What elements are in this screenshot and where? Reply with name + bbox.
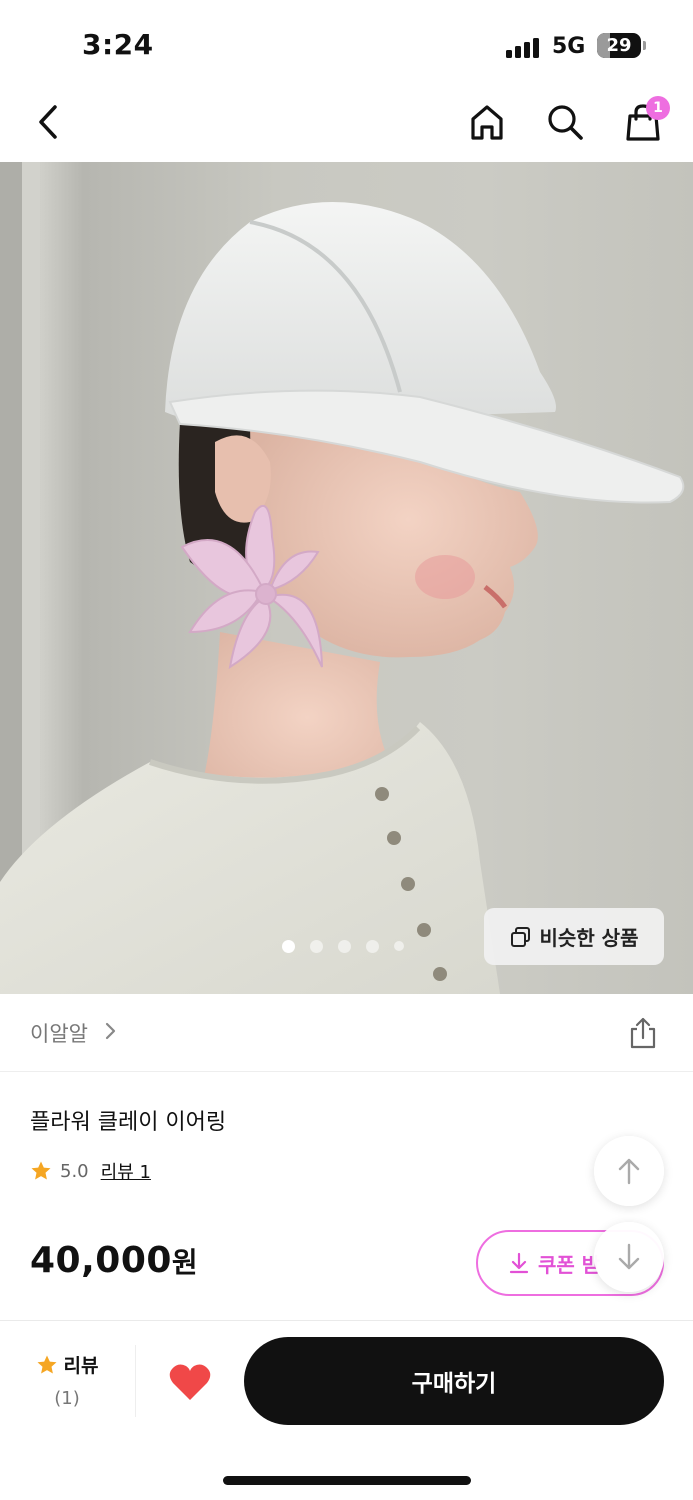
download-icon bbox=[509, 1252, 529, 1274]
rating-value: 5.0 bbox=[60, 1160, 89, 1182]
price-unit: 원 bbox=[171, 1246, 199, 1279]
cart-badge: 1 bbox=[646, 96, 670, 120]
star-icon bbox=[37, 1355, 57, 1373]
status-bar: 3:24 5G 29 bbox=[0, 0, 693, 90]
chevron-left-icon bbox=[39, 105, 57, 139]
review-tab-label: 리뷰 bbox=[63, 1355, 99, 1377]
brand-row: 이알알 bbox=[0, 994, 693, 1072]
wishlist-button[interactable] bbox=[164, 1359, 216, 1405]
product-image-carousel[interactable] bbox=[0, 162, 693, 994]
bottom-action-bar: 리뷰 (1) 구매하기 bbox=[0, 1320, 693, 1500]
price-value: 40,000 bbox=[30, 1240, 172, 1281]
carousel-dot[interactable] bbox=[394, 941, 404, 951]
home-button[interactable] bbox=[463, 98, 511, 146]
top-nav bbox=[0, 90, 693, 162]
carousel-pagination[interactable] bbox=[282, 939, 404, 953]
coupon-label: 쿠폰 받 bbox=[538, 1252, 601, 1277]
product-photo bbox=[0, 162, 685, 994]
price: 40,000원 bbox=[30, 1240, 198, 1281]
status-time: 3:24 bbox=[82, 28, 154, 61]
search-icon bbox=[548, 105, 583, 140]
share-button[interactable] bbox=[622, 1012, 664, 1054]
scroll-bottom-button[interactable] bbox=[594, 1222, 664, 1292]
share-icon bbox=[630, 1017, 656, 1049]
rating-row: 5.0 리뷰 1 bbox=[30, 1158, 151, 1184]
review-count: (1) bbox=[54, 1388, 80, 1409]
similar-products-label: 비슷한 상품 bbox=[539, 926, 639, 950]
carousel-dot[interactable] bbox=[310, 939, 323, 953]
arrow-down-icon bbox=[618, 1243, 640, 1270]
battery-icon: 29 bbox=[597, 33, 641, 58]
product-title: 플라워 클레이 이어링 bbox=[30, 1110, 227, 1135]
heart-icon bbox=[169, 1364, 211, 1400]
review-link[interactable]: 리뷰 1 bbox=[101, 1158, 151, 1184]
search-button[interactable] bbox=[541, 98, 589, 146]
carousel-dot[interactable] bbox=[282, 939, 295, 953]
brand-link[interactable]: 이알알 bbox=[30, 1018, 88, 1048]
buy-button[interactable]: 구매하기 bbox=[244, 1337, 664, 1425]
signal-icon bbox=[506, 36, 540, 58]
similar-products-button[interactable]: 비슷한 상품 bbox=[484, 908, 664, 965]
carousel-dot[interactable] bbox=[366, 939, 379, 953]
battery-percent: 29 bbox=[606, 35, 632, 56]
scroll-top-button[interactable] bbox=[594, 1136, 664, 1206]
network-type: 5G bbox=[552, 34, 586, 59]
divider bbox=[135, 1345, 136, 1417]
chevron-right-icon[interactable] bbox=[103, 1016, 119, 1046]
home-indicator bbox=[223, 1476, 471, 1485]
battery-nub bbox=[643, 41, 646, 50]
review-tab[interactable]: 리뷰 (1) bbox=[24, 1351, 110, 1409]
carousel-dot[interactable] bbox=[338, 939, 351, 953]
copy-icon bbox=[510, 926, 530, 947]
arrow-up-icon bbox=[618, 1158, 640, 1185]
star-icon bbox=[31, 1161, 51, 1180]
back-button[interactable] bbox=[24, 98, 72, 146]
home-icon bbox=[471, 105, 503, 140]
